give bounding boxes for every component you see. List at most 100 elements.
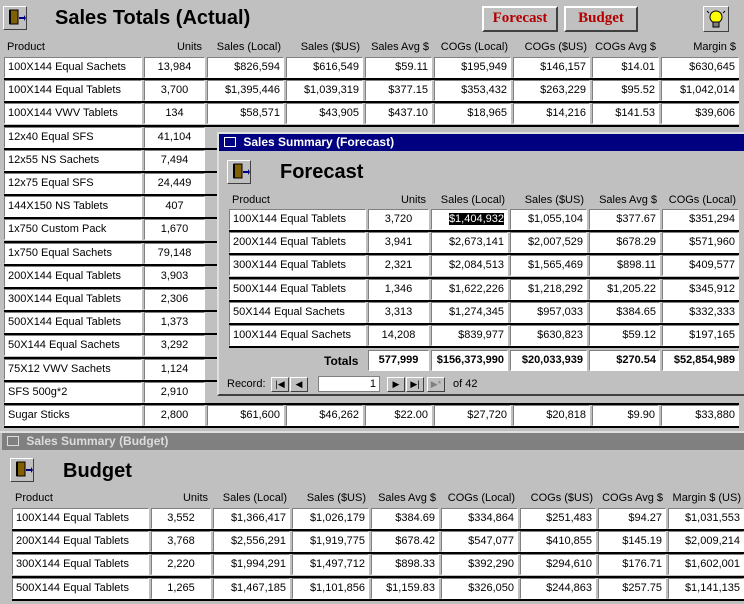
product-cell[interactable]: 300X144 Equal Tablets — [12, 554, 149, 576]
value-cell[interactable]: $1,039,319 — [286, 80, 363, 102]
value-cell[interactable]: 3,768 — [151, 531, 211, 553]
value-cell[interactable]: 3,552 — [151, 508, 211, 529]
value-cell[interactable]: $616,549 — [286, 57, 363, 78]
value-cell[interactable]: $2,009,214 — [668, 531, 744, 553]
budget-titlebar[interactable]: Sales Summary (Budget) — [2, 433, 744, 450]
value-cell[interactable]: $9.90 — [592, 405, 659, 426]
value-cell[interactable]: $27,720 — [434, 405, 511, 426]
next-record-button[interactable]: ▶ — [387, 377, 405, 392]
product-cell[interactable]: 500X144 Equal Tablets — [4, 312, 142, 334]
product-cell[interactable]: 100X144 Equal Tablets — [12, 508, 149, 529]
value-cell[interactable]: $22.00 — [365, 405, 432, 426]
product-cell[interactable]: 12x40 Equal SFS — [4, 126, 142, 148]
value-cell[interactable]: $334,864 — [441, 508, 518, 529]
idea-button[interactable] — [703, 6, 729, 32]
value-cell[interactable]: $1,031,553 — [668, 508, 744, 529]
value-cell[interactable]: $20,818 — [513, 405, 590, 426]
value-cell[interactable]: 1,124 — [144, 358, 205, 380]
value-cell[interactable]: 2,800 — [144, 405, 205, 426]
value-cell[interactable]: $146,157 — [513, 57, 590, 78]
value-cell[interactable]: $1,602,001 — [668, 554, 744, 576]
value-cell[interactable]: $1,994,291 — [213, 554, 290, 576]
budget-exit-button[interactable] — [10, 458, 34, 482]
value-cell[interactable]: $33,880 — [661, 405, 739, 426]
value-cell[interactable]: $1,366,417 — [213, 508, 290, 529]
value-cell[interactable]: $898.33 — [371, 554, 439, 576]
record-number-input[interactable] — [318, 376, 380, 392]
value-cell[interactable]: $94.27 — [598, 508, 666, 529]
value-cell[interactable]: $898.11 — [589, 255, 660, 277]
value-cell[interactable]: $345,912 — [662, 278, 739, 300]
value-cell[interactable]: $957,033 — [510, 301, 587, 323]
value-cell[interactable]: 3,313 — [368, 301, 429, 323]
value-cell[interactable]: $377.67 — [589, 209, 660, 230]
value-cell[interactable]: $46,262 — [286, 405, 363, 426]
value-cell[interactable]: $141.53 — [592, 103, 659, 125]
value-cell[interactable]: 1,670 — [144, 219, 205, 241]
value-cell[interactable]: $61,600 — [207, 405, 284, 426]
value-cell[interactable]: $326,050 — [441, 577, 518, 599]
product-cell[interactable]: 144X150 NS Tablets — [4, 196, 142, 218]
value-cell[interactable]: $1,467,185 — [213, 577, 290, 599]
value-cell[interactable]: $39,606 — [661, 103, 739, 125]
product-cell[interactable]: 100X144 Equal Sachets — [229, 325, 366, 346]
product-cell[interactable]: 1x750 Custom Pack — [4, 219, 142, 241]
value-cell[interactable]: $571,960 — [662, 232, 739, 254]
value-cell[interactable]: $2,084,513 — [431, 255, 508, 277]
value-cell[interactable]: $195,949 — [434, 57, 511, 78]
value-cell[interactable]: 3,292 — [144, 335, 205, 357]
forecast-exit-button[interactable] — [227, 160, 251, 184]
value-cell[interactable]: $1,622,226 — [431, 278, 508, 300]
value-cell[interactable]: 1,373 — [144, 312, 205, 334]
value-cell[interactable]: 407 — [144, 196, 205, 218]
product-cell[interactable]: 300X144 Equal Tablets — [4, 289, 142, 310]
value-cell[interactable]: $384.65 — [589, 301, 660, 323]
value-cell[interactable]: $14,216 — [513, 103, 590, 125]
value-cell[interactable]: 3,700 — [144, 80, 205, 102]
product-cell[interactable]: 100X144 Equal Sachets — [4, 57, 142, 78]
value-cell[interactable]: $176.71 — [598, 554, 666, 576]
value-cell[interactable]: $410,855 — [520, 531, 596, 553]
value-cell[interactable]: $59.11 — [365, 57, 432, 78]
forecast-titlebar[interactable]: Sales Summary (Forecast) — [219, 134, 744, 151]
value-cell[interactable]: 3,903 — [144, 265, 205, 287]
value-cell[interactable]: $294,610 — [520, 554, 596, 576]
value-cell[interactable]: $1,042,014 — [661, 80, 739, 102]
value-cell[interactable]: $14.01 — [592, 57, 659, 78]
product-cell[interactable]: 12x55 NS Sachets — [4, 149, 142, 171]
value-cell[interactable]: $95.52 — [592, 80, 659, 102]
value-cell[interactable]: $263,229 — [513, 80, 590, 102]
product-cell[interactable]: 300X144 Equal Tablets — [229, 255, 366, 277]
product-cell[interactable]: 100X144 Equal Tablets — [229, 209, 366, 230]
product-cell[interactable]: 200X144 Equal Tablets — [12, 531, 149, 553]
budget-button[interactable]: Budget — [564, 6, 638, 32]
forecast-button[interactable]: Forecast — [482, 6, 558, 32]
value-cell[interactable]: $377.15 — [365, 80, 432, 102]
value-cell[interactable]: $2,673,141 — [431, 232, 508, 254]
value-cell[interactable]: 2,306 — [144, 289, 205, 310]
value-cell[interactable]: 1,346 — [368, 278, 429, 300]
value-cell[interactable]: $1,919,775 — [292, 531, 369, 553]
value-cell[interactable]: $257.75 — [598, 577, 666, 599]
value-cell[interactable]: $1,159.83 — [371, 577, 439, 599]
exit-button[interactable] — [3, 6, 27, 30]
value-cell[interactable]: $1,055,104 — [510, 209, 587, 230]
value-cell[interactable]: 24,449 — [144, 173, 205, 194]
product-cell[interactable]: 200X144 Equal Tablets — [4, 265, 142, 287]
value-cell[interactable]: 2,910 — [144, 381, 205, 403]
value-cell[interactable]: $392,290 — [441, 554, 518, 576]
value-cell[interactable]: 3,941 — [368, 232, 429, 254]
product-cell[interactable]: Sugar Sticks — [4, 405, 142, 426]
value-cell[interactable]: $1,141,135 — [668, 577, 744, 599]
value-cell[interactable]: $58,571 — [207, 103, 284, 125]
product-cell[interactable]: 1x750 Equal Sachets — [4, 242, 142, 264]
product-cell[interactable]: 100X144 VWV Tablets — [4, 103, 142, 125]
value-cell[interactable]: $1,101,856 — [292, 577, 369, 599]
value-cell[interactable]: $547,077 — [441, 531, 518, 553]
value-cell[interactable]: $1,274,345 — [431, 301, 508, 323]
value-cell[interactable]: $244,863 — [520, 577, 596, 599]
value-cell[interactable]: $1,404,932 — [431, 209, 508, 230]
value-cell[interactable]: $145.19 — [598, 531, 666, 553]
product-cell[interactable]: 500X144 Equal Tablets — [12, 577, 149, 599]
value-cell[interactable]: $1,565,469 — [510, 255, 587, 277]
